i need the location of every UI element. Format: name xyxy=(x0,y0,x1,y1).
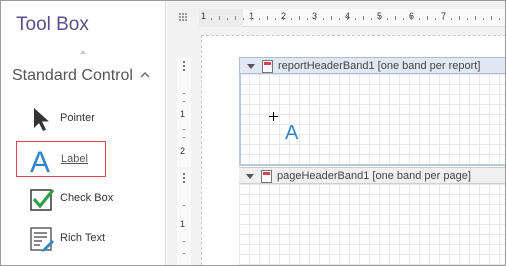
ruler-tick xyxy=(291,18,292,20)
ruler-tick xyxy=(435,18,436,20)
toolbox-item-checkbox[interactable]: Check Box xyxy=(16,181,113,217)
band-body-page-header[interactable] xyxy=(239,184,505,265)
label-a-icon: A xyxy=(30,146,50,174)
ruler-tick xyxy=(419,18,420,20)
band-grip-icon[interactable] xyxy=(183,61,185,71)
ruler-tick xyxy=(355,18,356,20)
ruler-tick xyxy=(299,16,300,20)
ruler-tick xyxy=(427,16,428,20)
ruler-corner-icon[interactable] xyxy=(179,13,187,21)
ruler-tick xyxy=(331,16,332,20)
toolbox-item-label: Check Box xyxy=(60,192,114,204)
toolbox-panel: Tool Box Standard Control Pointer A Labe… xyxy=(1,1,166,265)
vertical-ruler-band2: 1 xyxy=(177,169,191,265)
toolbox-group-header[interactable]: Standard Control xyxy=(12,67,133,85)
ruler-tick xyxy=(459,16,460,20)
ruler-tick xyxy=(219,16,220,20)
ruler-tick xyxy=(315,16,316,20)
ruler-tick xyxy=(183,241,185,242)
ruler-tick xyxy=(347,16,348,20)
rich-text-icon xyxy=(30,227,54,252)
toolbox-item-rich-text[interactable]: Rich Text xyxy=(16,221,106,257)
horizontal-ruler: 1 1 2 3 4 5 6 7 xyxy=(199,9,505,27)
ruler-tick xyxy=(227,18,228,20)
ruler-tick xyxy=(211,18,212,20)
ruler-tick xyxy=(307,18,308,20)
ruler-tick xyxy=(395,16,396,20)
band-caption-report-header[interactable]: reportHeaderBand1 [one band per report] xyxy=(239,57,505,74)
ruler-tick xyxy=(491,16,492,20)
toolbox-item-pointer[interactable]: Pointer xyxy=(16,101,106,137)
toolbox-item-label: Label xyxy=(61,153,88,165)
ruler-tick xyxy=(275,18,276,20)
ruler-tick xyxy=(251,16,252,20)
ruler-tick xyxy=(267,16,268,20)
ruler-tick xyxy=(483,18,484,20)
band-caption-text: pageHeaderBand1 [one band per page] xyxy=(277,170,471,182)
band-selection-outline xyxy=(239,74,505,166)
ruler-number: 1 xyxy=(180,219,186,229)
ruler-tick xyxy=(183,253,185,254)
ruler-tick xyxy=(387,18,388,20)
ruler-tick xyxy=(323,18,324,20)
ruler-tick xyxy=(363,16,364,20)
band-caption-text: reportHeaderBand1 [one band per report] xyxy=(278,60,481,72)
ruler-tick xyxy=(411,16,412,20)
ruler-number: 1 xyxy=(180,109,186,119)
ruler-number: 1 xyxy=(201,11,207,21)
ruler-tick xyxy=(259,18,260,20)
ruler-tick xyxy=(371,18,372,20)
crosshair-cursor-icon xyxy=(269,112,278,121)
toolbox-title: Tool Box xyxy=(16,14,89,35)
collapse-triangle-icon[interactable] xyxy=(246,174,254,179)
ruler-tick xyxy=(183,101,185,102)
band-grip-icon[interactable] xyxy=(183,173,185,183)
ruler-tick xyxy=(183,205,185,206)
ruler-tick xyxy=(379,16,380,20)
ruler-tick xyxy=(235,16,236,20)
pointer-arrow-icon xyxy=(34,108,49,131)
ruler-tick xyxy=(467,18,468,20)
ruler-tick xyxy=(451,18,452,20)
toolbox-item-label-control[interactable]: A Label xyxy=(16,141,106,177)
vertical-ruler-band1: 1 2 xyxy=(177,57,191,167)
toolbox-item-label: Pointer xyxy=(60,112,95,124)
ruler-tick xyxy=(243,18,244,20)
ruler-tick xyxy=(403,18,404,20)
toolbox-item-label: Rich Text xyxy=(60,232,106,244)
band-icon xyxy=(262,60,273,73)
ruler-tick xyxy=(183,129,185,130)
collapse-triangle-icon[interactable] xyxy=(247,64,255,69)
band-icon xyxy=(261,170,272,183)
ruler-tick xyxy=(499,18,500,20)
chevron-up-icon[interactable] xyxy=(140,70,150,80)
ruler-tick xyxy=(475,16,476,20)
ruler-number: 2 xyxy=(180,146,186,156)
ruler-tick xyxy=(283,16,284,20)
toolbox-scroll-up-icon[interactable] xyxy=(80,50,86,54)
svg-text:A: A xyxy=(30,146,50,174)
report-designer-window: Tool Box Standard Control Pointer A Labe… xyxy=(0,0,506,266)
ruler-tick xyxy=(183,137,185,138)
ruler-tick xyxy=(443,16,444,20)
checkbox-icon xyxy=(30,188,55,211)
ruler-tick xyxy=(183,93,185,94)
dragged-label-glyph: A xyxy=(285,122,299,144)
band-caption-page-header[interactable]: pageHeaderBand1 [one band per page] xyxy=(239,167,505,184)
ruler-tick xyxy=(339,18,340,20)
